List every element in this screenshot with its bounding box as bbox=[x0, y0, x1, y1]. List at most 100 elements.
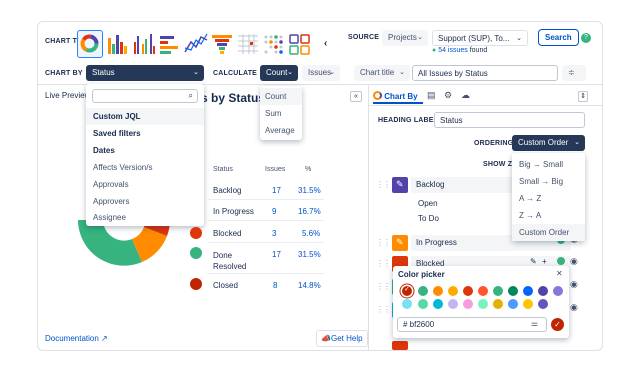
chart-title-select[interactable]: Chart title ⌄ bbox=[354, 65, 410, 81]
dropdown-search-input[interactable]: ⌕ bbox=[92, 89, 198, 103]
menu-item-custom-jql[interactable]: Custom JQL bbox=[86, 108, 204, 125]
heading-label-input[interactable]: Status bbox=[434, 112, 585, 128]
chevron-down-icon: ⌄ bbox=[329, 69, 335, 76]
line-chart-icon bbox=[184, 33, 208, 53]
color-swatch[interactable] bbox=[418, 299, 428, 309]
help-icon[interactable]: ? bbox=[581, 33, 591, 43]
order-small-big[interactable]: Small → Big bbox=[512, 173, 585, 190]
color-swatch[interactable] bbox=[523, 286, 533, 296]
get-help-button[interactable]: 📣Get Help bbox=[316, 330, 368, 347]
chart-by-select[interactable]: Status ⌄ bbox=[86, 65, 204, 81]
documentation-link[interactable]: Documentation ↗ bbox=[45, 334, 108, 343]
check-circle-icon: ● bbox=[432, 47, 437, 54]
color-swatch[interactable] bbox=[508, 286, 518, 296]
menu-item-average[interactable]: Average bbox=[260, 122, 302, 139]
menu-item-count[interactable]: Count bbox=[260, 88, 302, 105]
color-swatch[interactable] bbox=[463, 299, 473, 309]
color-swatch[interactable] bbox=[493, 286, 503, 296]
horizontal-bar-option[interactable] bbox=[157, 30, 183, 58]
ordering-select[interactable]: Custom Order ⌄ bbox=[512, 135, 585, 151]
color-swatch-item[interactable] bbox=[392, 341, 408, 350]
hex-color-input[interactable]: # bf2600 ⚌ bbox=[397, 317, 547, 332]
funnel-icon bbox=[212, 35, 232, 54]
menu-item-approvals[interactable]: Approvals bbox=[86, 176, 204, 193]
issues-found-link[interactable]: 54 issues bbox=[438, 47, 468, 54]
chevron-left-icon[interactable]: ‹ bbox=[324, 38, 327, 49]
visible-toggle-icon[interactable] bbox=[557, 257, 565, 265]
color-swatch[interactable] bbox=[523, 299, 533, 309]
color-swatch[interactable] bbox=[493, 299, 503, 309]
close-icon[interactable]: ✕ bbox=[556, 269, 563, 278]
menu-item-sum[interactable]: Sum bbox=[260, 105, 302, 122]
tab-chart-by[interactable]: Chart By bbox=[373, 91, 418, 101]
menu-item-affects-version[interactable]: Affects Version/s bbox=[86, 159, 204, 176]
col-header-status: Status bbox=[213, 166, 233, 173]
table-cell-issues[interactable]: 9 bbox=[272, 207, 276, 216]
table-cell-issues[interactable]: 17 bbox=[272, 186, 281, 195]
color-swatch[interactable] bbox=[448, 299, 458, 309]
table-cell-pct: 14.8% bbox=[298, 281, 321, 290]
external-link-icon: ↗ bbox=[101, 334, 108, 343]
order-z-a[interactable]: Z → A bbox=[512, 207, 585, 224]
table-cell-issues[interactable]: 3 bbox=[272, 229, 276, 238]
drag-handle-icon[interactable]: ⋮⋮ bbox=[376, 282, 391, 291]
edit-icon[interactable]: ✎ bbox=[530, 257, 537, 266]
menu-item-approvers[interactable]: Approvers bbox=[86, 193, 204, 210]
line-chart-option[interactable] bbox=[183, 30, 209, 58]
item-label-backlog[interactable]: Backlog bbox=[411, 177, 523, 193]
eye-icon[interactable]: ◉ bbox=[570, 256, 578, 267]
eye-icon[interactable]: ◉ bbox=[570, 302, 578, 313]
table-cell-issues[interactable]: 8 bbox=[273, 281, 277, 290]
funnel-chart-option[interactable] bbox=[209, 30, 235, 58]
color-swatch[interactable] bbox=[538, 286, 548, 296]
calculate-select[interactable]: Count ⌄ bbox=[260, 65, 298, 81]
drag-handle-icon[interactable]: ⋮⋮ bbox=[376, 180, 391, 189]
heatmap-option[interactable] bbox=[261, 30, 287, 58]
color-swatch-bf2600[interactable]: ✓ bbox=[402, 286, 412, 296]
align-select[interactable]: ≑ bbox=[562, 65, 586, 81]
menu-item-saved-filters[interactable]: Saved filters bbox=[86, 125, 204, 142]
drag-handle-icon[interactable]: ⋮⋮ bbox=[376, 238, 391, 247]
color-swatch-backlog[interactable]: ✎ bbox=[392, 177, 408, 193]
menu-item-dates[interactable]: Dates bbox=[86, 142, 204, 159]
color-swatch[interactable] bbox=[478, 286, 488, 296]
project-select[interactable]: Support (SUP), To... ⌄ bbox=[432, 30, 528, 46]
tiles-chart-option[interactable] bbox=[287, 30, 313, 58]
legend-icon[interactable]: ▤ bbox=[427, 90, 436, 101]
drag-handle-icon[interactable]: ⋮⋮ bbox=[376, 305, 391, 314]
menu-item-assignee[interactable]: Assignee bbox=[86, 209, 204, 226]
color-swatch[interactable] bbox=[538, 299, 548, 309]
calculate-field-select[interactable]: Issues ⌄ bbox=[302, 65, 340, 81]
color-swatch[interactable] bbox=[402, 299, 412, 309]
order-a-z[interactable]: A → Z bbox=[512, 190, 585, 207]
source-type-select[interactable]: Projects ⌄ bbox=[382, 30, 428, 46]
search-button[interactable]: Search bbox=[538, 29, 579, 46]
drag-handle-icon[interactable]: ⋮⋮ bbox=[376, 259, 391, 268]
ordering-label: ORDERING bbox=[474, 140, 514, 147]
order-custom[interactable]: Custom Order bbox=[512, 224, 585, 241]
table-cell-issues[interactable]: 17 bbox=[272, 250, 281, 259]
eye-icon[interactable]: ◉ bbox=[570, 279, 578, 290]
settings-gear-icon[interactable]: ⚙ bbox=[444, 90, 452, 101]
table-chart-option[interactable] bbox=[235, 30, 261, 58]
color-swatch[interactable] bbox=[418, 286, 428, 296]
legend-dot-closed bbox=[190, 278, 202, 290]
donut-chart-option[interactable] bbox=[77, 30, 103, 58]
color-swatch[interactable] bbox=[433, 299, 443, 309]
color-swatch[interactable] bbox=[433, 286, 443, 296]
add-icon[interactable]: + bbox=[542, 257, 547, 266]
order-big-small[interactable]: Big → Small bbox=[512, 156, 585, 173]
color-swatch[interactable] bbox=[478, 299, 488, 309]
expand-icon[interactable]: ⇕ bbox=[578, 91, 588, 102]
grouped-bar-option[interactable] bbox=[131, 30, 157, 58]
collapse-panel-icon[interactable]: « bbox=[350, 91, 362, 102]
cloud-upload-icon[interactable]: ☁ bbox=[461, 90, 470, 101]
chart-title-input[interactable]: All Issues by Status bbox=[412, 65, 558, 81]
color-swatch[interactable] bbox=[553, 286, 563, 296]
color-swatch[interactable] bbox=[508, 299, 518, 309]
confirm-color-button[interactable]: ✓ bbox=[551, 318, 564, 331]
color-swatch[interactable] bbox=[463, 286, 473, 296]
bar-chart-option[interactable] bbox=[105, 30, 131, 58]
color-swatch[interactable] bbox=[448, 286, 458, 296]
color-swatch-in-progress[interactable]: ✎ bbox=[392, 235, 408, 251]
